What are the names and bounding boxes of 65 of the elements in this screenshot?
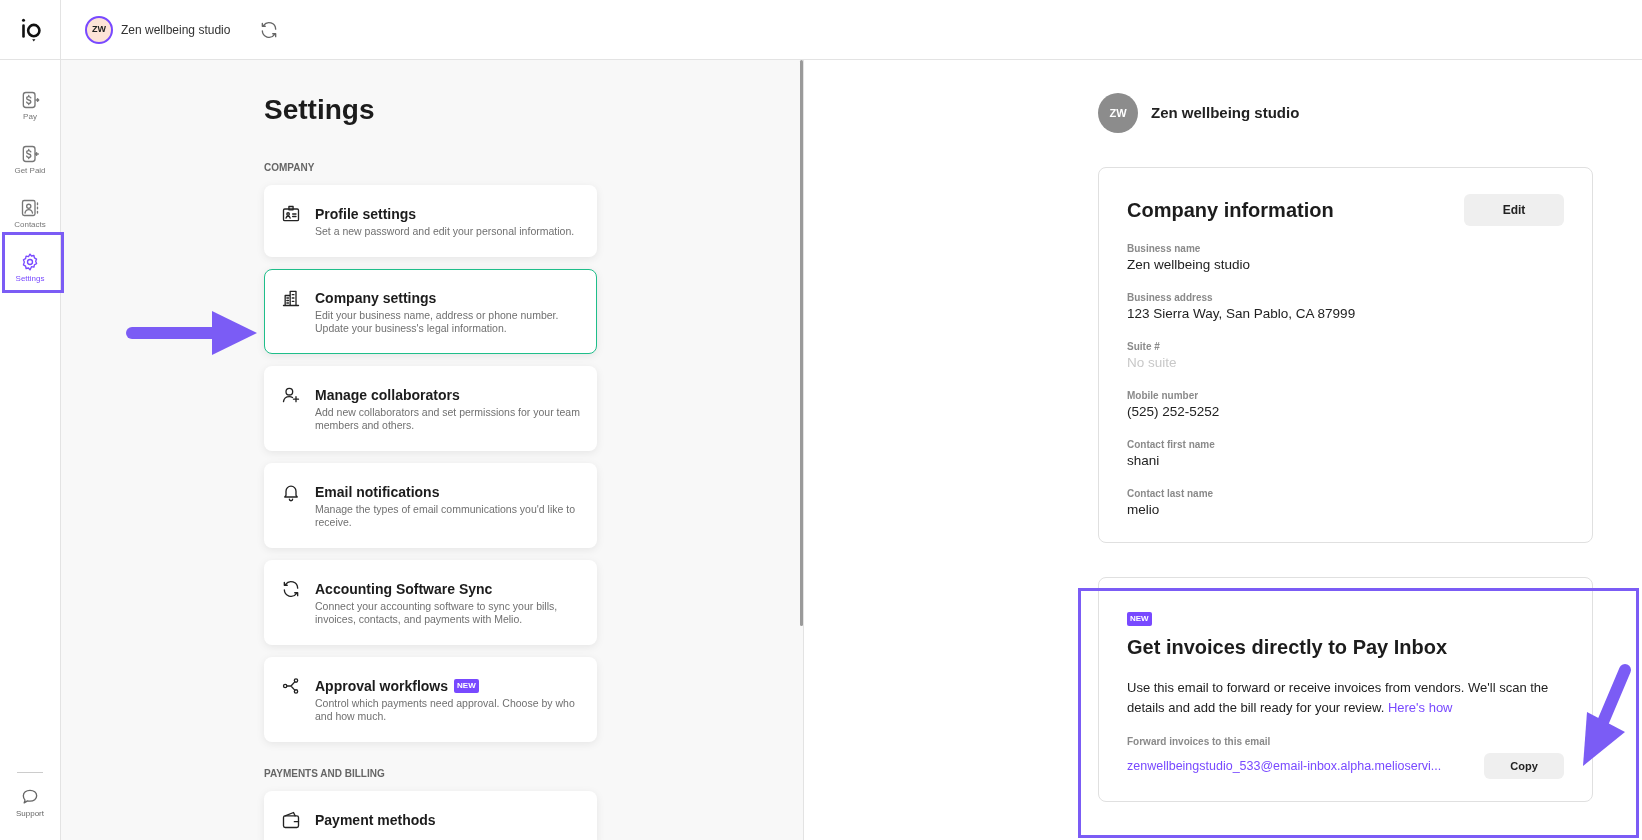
card-title: Profile settings [315, 206, 417, 222]
nav-item[interactable]: Pay [4, 80, 56, 130]
settings-icon [20, 251, 40, 272]
wallet-icon [281, 810, 301, 830]
contact-card-icon [20, 197, 40, 218]
new-badge: NEW [1127, 612, 1152, 626]
company-name: Zen wellbeing studio [121, 21, 231, 39]
section-heading: PAYMENTS AND BILLING [264, 767, 386, 781]
field-label: Business name [1127, 242, 1202, 255]
nav-item[interactable]: Contacts [4, 188, 56, 238]
card-title: Company settings [315, 290, 437, 306]
card-description: Add new collaborators and set permissions for your team members and others. [315, 406, 580, 432]
share-nodes-icon [281, 676, 301, 696]
page-title: Settings [264, 96, 376, 124]
section-heading: COMPANY [264, 161, 316, 175]
card-description: Connect your accounting software to sync your bills, invoices, contacts, and payments with Melio. [315, 600, 559, 626]
card-description: Use this email to forward or receive invoices from vendors. We'll scan the details and add the bill ready for your review. Here's how [1127, 679, 1550, 717]
settings-card[interactable]: Approval workflows NEW Control which payments need approval. Choose by who and how much. [264, 657, 597, 742]
field-label: Business address [1127, 291, 1214, 304]
dollar-out-icon [20, 89, 40, 110]
field-label: Mobile number [1127, 389, 1200, 402]
settings-card[interactable]: Payment methods [264, 791, 597, 840]
field-label: Suite # [1127, 340, 1161, 353]
id-badge-icon [281, 204, 301, 224]
copy-button[interactable]: Copy [1484, 753, 1564, 779]
company-avatar: ZW [1098, 93, 1138, 133]
company-avatar[interactable]: ZW [85, 15, 113, 44]
nav-item[interactable]: Settings [4, 242, 56, 292]
field-value: (525) 252-5252 [1127, 403, 1221, 421]
email-address: zenwellbeingstudio_533@email-inbox.alpha.melioservi... [1127, 757, 1442, 775]
card-title: Get invoices directly to Pay Inbox [1127, 635, 1449, 660]
card-title: Payment methods [315, 812, 436, 828]
field-value: melio [1127, 501, 1161, 519]
highlight-box [2, 232, 64, 293]
card-description: Edit your business name, address or phone number. Update your business's legal information. [315, 309, 560, 335]
field-label: Contact last name [1127, 487, 1215, 500]
edit-button[interactable]: Edit [1464, 194, 1564, 226]
field-value: Zen wellbeing studio [1127, 256, 1252, 274]
scrollbar-thumb[interactable] [800, 60, 803, 626]
card-title: Approval workflows [315, 678, 449, 694]
card-title: Company information [1127, 198, 1334, 223]
settings-card[interactable]: Manage collaborators Add new collaborators and set permissions for your team members and others. [264, 366, 597, 451]
building-icon [281, 288, 301, 308]
company-name: Zen wellbeing studio [1151, 102, 1300, 123]
field-value: shani [1127, 452, 1161, 470]
field-label: Forward invoices to this email [1127, 735, 1272, 749]
settings-card[interactable]: Accounting Software Sync Connect your accounting software to sync your bills, invoices, contacts, and payments with Melio. [264, 560, 597, 645]
dollar-in-icon [20, 143, 40, 164]
nav-item[interactable]: Get Paid [4, 134, 56, 184]
field-value: 123 Sierra Way, San Pablo, CA 87999 [1127, 305, 1357, 323]
card-description: Set a new password and edit your personal information. [315, 225, 575, 238]
new-badge: NEW [454, 679, 479, 693]
field-label: Contact first name [1127, 438, 1216, 451]
settings-card[interactable]: Company settings Edit your business name, address or phone number. Update your business's legal information. [264, 269, 597, 354]
card-description: Control which payments need approval. Choose by who and how much. [315, 697, 576, 723]
settings-card[interactable]: Email notifications Manage the types of email communications you'd like to receive. [264, 463, 597, 548]
settings-card[interactable]: Profile settings Set a new password and edit your personal information. [264, 185, 597, 257]
add-person-icon [281, 385, 301, 405]
support-button[interactable]: Support [16, 787, 44, 818]
sync-icon [281, 579, 301, 599]
card-title: Email notifications [315, 484, 440, 500]
card-title: Manage collaborators [315, 387, 460, 403]
card-title: Accounting Software Sync [315, 581, 493, 597]
heres-how-link[interactable]: Here's how [1387, 700, 1453, 715]
card-description: Manage the types of email communications you'd like to receive. [315, 503, 576, 529]
